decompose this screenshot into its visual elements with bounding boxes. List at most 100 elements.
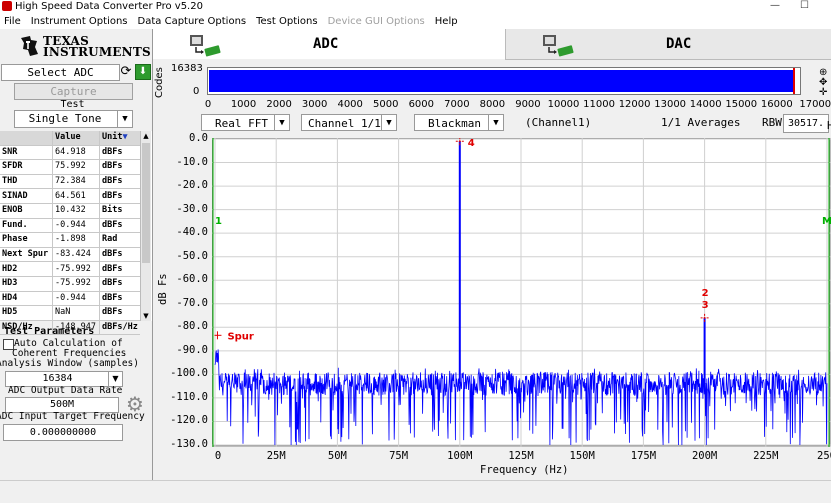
result-value: 64.918 [52,145,100,161]
time-x-tick: 4000 [337,99,363,110]
chevron-down-icon[interactable]: ▼ [381,115,396,130]
result-label: SFDR [0,159,53,175]
menu-file[interactable]: File [0,14,27,29]
fft-x-tick: 175M [630,450,657,462]
minimize-button[interactable]: — [770,0,780,12]
table-row: Phase -1.898 Rad [0,232,140,248]
rbw-input[interactable]: 30517. [783,114,829,133]
fft-y-tick: -110.0 [170,390,208,403]
time-x-tick: 15000 [725,99,758,110]
channel-select[interactable]: Channel 1/1 ▼ [301,114,397,131]
time-x-tick: 14000 [689,99,722,110]
time-x-tick: 11000 [583,99,615,110]
test-parameters-title: Test Parameters [4,326,95,337]
fft-x-tick: 225M [753,450,779,462]
ti-logo: TEXAS INSTRUMENTS [18,34,151,58]
fft-x-tick: 200M [691,450,718,462]
cursor-label: 1 [215,216,222,227]
result-unit: dBFs [99,305,140,321]
spur-label: Spur [227,331,253,342]
capture-button[interactable]: Capture [14,83,133,100]
fft-x-axis-label: Frequency (Hz) [480,464,569,476]
time-domain-plot[interactable] [207,67,801,95]
result-label: ENOB [0,203,53,219]
fft-mode-value: Real FFT [215,117,268,130]
results-header-row: Value Unit▼ [0,131,140,146]
result-label: Fund. [0,218,53,234]
cursor-icon[interactable]: ✛ [819,88,831,98]
menu-help[interactable]: Help [431,14,464,29]
refresh-icon[interactable]: ⟳ [119,64,133,79]
plot-tools: ⊕ ✥ ✛ [819,68,831,98]
chevron-down-icon[interactable]: ▼ [274,115,289,130]
fft-plot[interactable]: 4 23 Spur 1 M [212,138,831,447]
results-scrollbar[interactable]: ▲ ▼ [140,131,151,321]
menu-data-capture-options[interactable]: Data Capture Options [134,14,253,29]
time-x-tick: 0 [204,99,212,110]
window-select[interactable]: Blackman ▼ [414,114,504,131]
menu-instrument-options[interactable]: Instrument Options [27,14,134,29]
result-unit: Bits [99,203,140,219]
fft-y-tick: -90.0 [176,343,208,356]
tab-adc-label: ADC [313,36,339,52]
fft-x-tick: 75M [389,450,409,462]
select-adc-field[interactable]: Select ADC [1,64,120,81]
ti-logo-icon [21,36,38,56]
menu-device-gui-options: Device GUI Options [327,16,425,27]
results-header-unit-label: Unit [102,132,123,143]
adc-freq-input[interactable]: 0.000000000 [3,424,123,441]
fft-x-tick: 0 [214,450,222,462]
fft-x-tick: 250 [817,450,831,462]
result-label: SINAD [0,188,53,204]
table-row: HD2 -75.992 dBFs [0,261,140,277]
result-unit: dBFs [99,218,140,234]
chevron-down-icon[interactable]: ▼ [117,111,132,127]
result-unit: dBFs [99,276,140,292]
fft-mode-select[interactable]: Real FFT ▼ [201,114,290,131]
result-unit: dBFs [99,291,140,307]
fft-x-tick: 150M [569,450,595,462]
table-row: HD3 -75.992 dBFs [0,276,140,292]
time-x-tick: 7000 [444,99,470,110]
tab-adc[interactable]: ADC [153,29,505,59]
menu-test-options[interactable]: Test Options [252,14,323,29]
result-value: 72.384 [52,174,100,190]
tab-dac-label: DAC [666,36,692,52]
ti-logo-line2: INSTRUMENTS [43,45,151,59]
result-value: -75.992 [52,276,100,292]
fft-x-tick: 50M [327,450,347,462]
time-x-tick: 5000 [373,99,399,110]
results-table: Value Unit▼ SNR 64.918 dBFs SFDR 75.992 dBFs T… [0,131,152,336]
channel-readout: (Channel1) [525,116,592,129]
results-header-param [0,131,53,146]
scroll-up-icon[interactable]: ▲ [141,131,151,141]
results-header-unit[interactable]: Unit▼ [99,131,140,146]
table-row: SINAD 64.561 dBFs [0,188,140,204]
adc-freq-label: ADC Input Target Frequency [0,411,145,422]
maximize-button[interactable]: ☐ [800,0,809,12]
result-value: -0.944 [52,218,100,234]
result-value: -83.424 [52,247,100,263]
results-header-value: Value [52,131,100,146]
rbw-label: RBW [762,116,782,129]
tab-dac[interactable]: DAC [505,29,831,60]
time-x-tick: 1000 [230,99,257,110]
result-unit: dBFs [99,159,140,175]
table-row: ENOB 10.432 Bits [0,203,140,219]
fft-y-tick: -100.0 [170,367,208,380]
chevron-down-icon[interactable]: ▼ [488,115,503,130]
download-icon[interactable]: ⬇ [135,64,151,80]
result-value: -75.992 [52,261,100,277]
scroll-thumb[interactable] [142,143,150,263]
peak-label: 3 [702,300,709,311]
scroll-down-icon[interactable]: ▼ [141,311,151,321]
dac-board-icon [543,35,574,57]
app-icon [2,1,12,11]
result-label: HD2 [0,261,53,277]
table-row: Next Spur -83.424 dBFs [0,247,140,263]
fft-x-tick: 100M [447,450,473,462]
result-value: 75.992 [52,159,100,175]
result-unit: Rad [99,232,140,248]
fft-y-tick: -10.0 [176,155,208,168]
time-domain-marker[interactable] [793,68,795,94]
